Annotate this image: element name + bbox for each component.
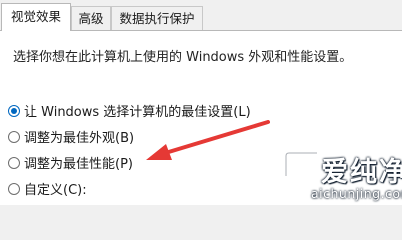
tab-strip: 视觉效果 高级 数据执行保护 bbox=[0, 0, 402, 31]
radio-button[interactable] bbox=[8, 156, 20, 169]
option-custom[interactable]: 自定义(C): bbox=[8, 179, 87, 198]
option-label: 让 Windows 选择计算机的最佳设置(L) bbox=[24, 105, 251, 120]
annotation-arrow-icon bbox=[146, 120, 270, 160]
option-let-windows-choose[interactable]: 让 Windows 选择计算机的最佳设置(L) bbox=[8, 101, 251, 120]
option-best-performance[interactable]: 调整为最佳性能(P) bbox=[8, 153, 133, 172]
radio-button[interactable] bbox=[8, 130, 20, 143]
option-label: 调整为最佳外观(B) bbox=[24, 131, 135, 146]
tab-data-execution-prevention[interactable]: 数据执行保护 bbox=[111, 6, 203, 30]
option-best-appearance[interactable]: 调整为最佳外观(B) bbox=[8, 127, 134, 146]
site-watermark: 爱纯净 aichunjing.com bbox=[283, 150, 402, 204]
radio-button[interactable] bbox=[8, 182, 20, 195]
watermark-url: aichunjing.com bbox=[311, 186, 402, 201]
tab-advanced[interactable]: 高级 bbox=[71, 6, 111, 30]
option-label: 自定义(C): bbox=[24, 183, 87, 198]
settings-description: 选择你想在此计算机上使用的 Windows 外观和性能设置。 bbox=[13, 50, 353, 65]
option-label: 调整为最佳性能(P) bbox=[24, 157, 133, 172]
radio-button-selected[interactable] bbox=[8, 104, 20, 117]
watermark-brand: 爱纯净 bbox=[321, 157, 402, 188]
tab-visual-effects[interactable]: 视觉效果 bbox=[1, 3, 71, 31]
